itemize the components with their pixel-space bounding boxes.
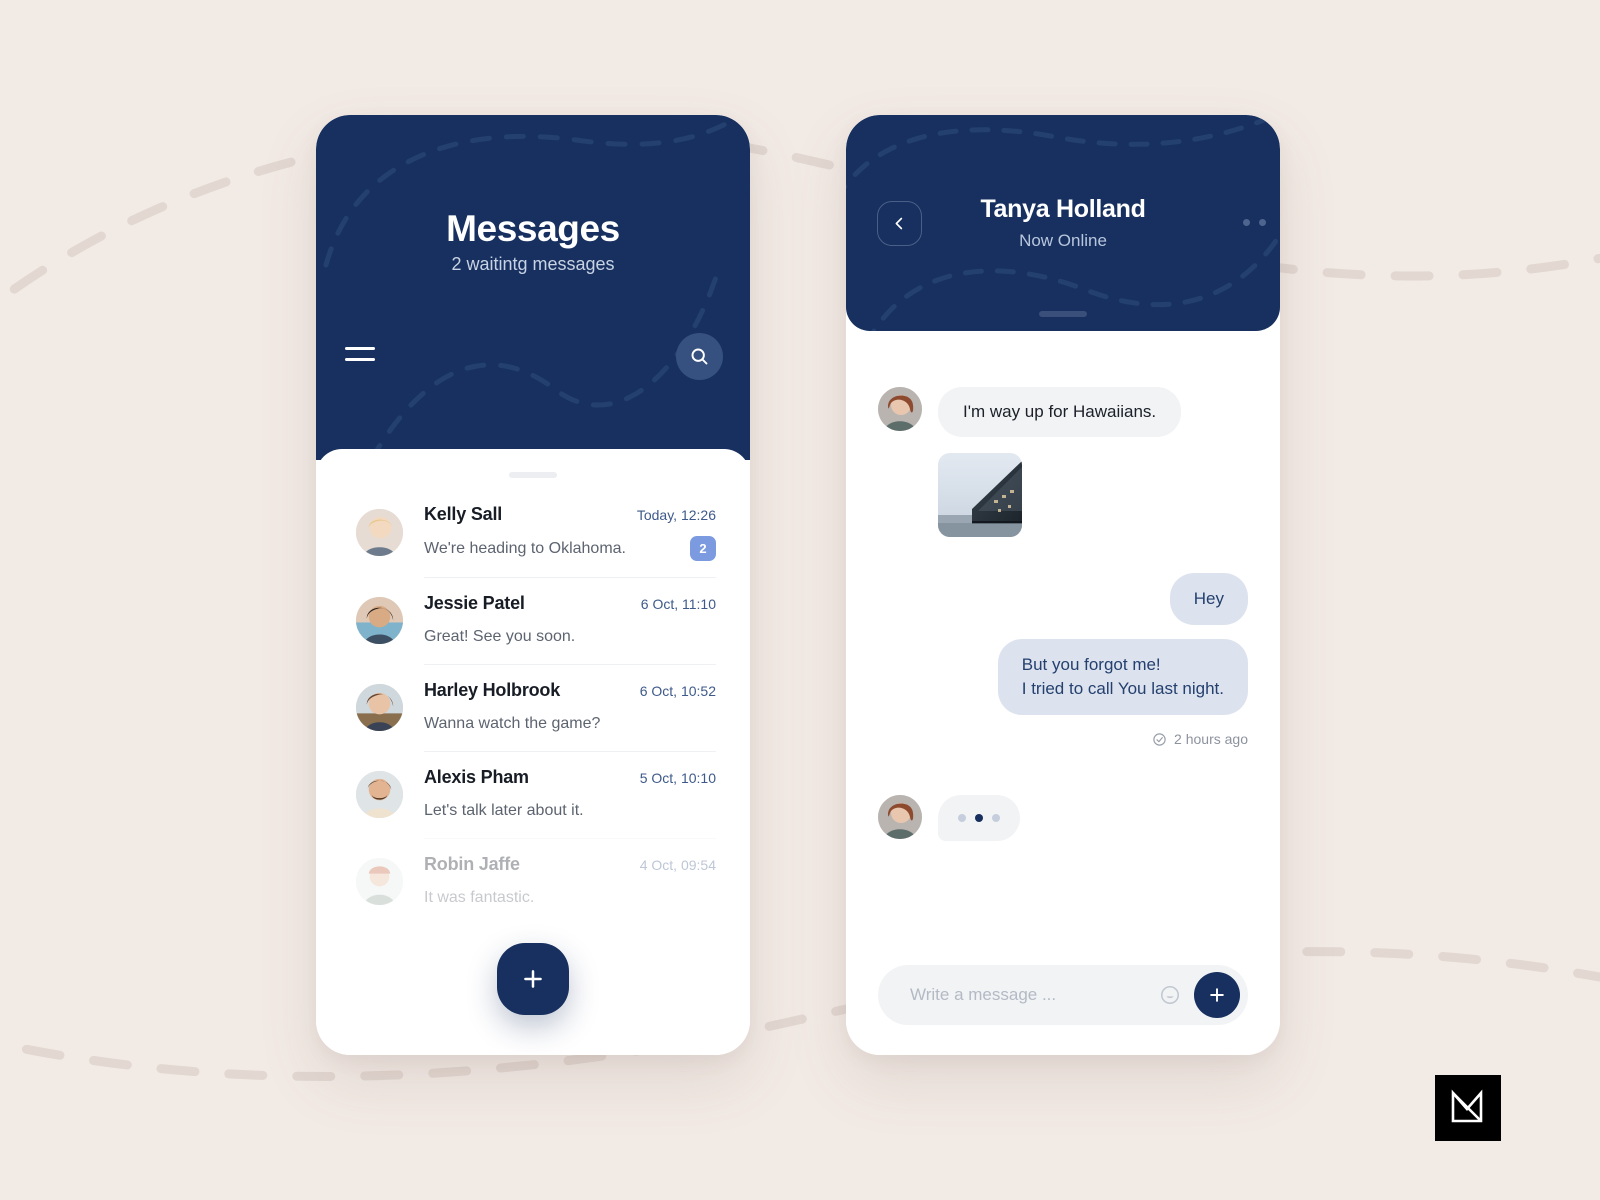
conversation-row[interactable]: Alexis Pham 5 Oct, 10:10 Let's talk late… — [316, 751, 750, 838]
typing-indicator — [878, 795, 1248, 842]
message-image-attachment[interactable] — [938, 453, 1022, 537]
conversation-row[interactable]: Jessie Patel 6 Oct, 11:10 Great! See you… — [316, 577, 750, 664]
contact-name: Tanya Holland — [980, 195, 1146, 223]
message-time: Today, 12:26 — [636, 507, 716, 523]
contact-name: Jessie Patel — [424, 593, 525, 613]
delivery-status: 2 hours ago — [878, 731, 1248, 747]
conversation-body: Jessie Patel 6 Oct, 11:10 Great! See you… — [424, 577, 716, 648]
conversation-body: Robin Jaffe 4 Oct, 09:54 It was fantasti… — [424, 838, 716, 909]
avatar — [878, 795, 922, 840]
conversation-row[interactable]: Kelly Sall Today, 12:26 We're heading to… — [316, 488, 750, 577]
conversation-list: Kelly Sall Today, 12:26 We're heading to… — [316, 488, 750, 925]
search-button[interactable] — [676, 333, 723, 380]
chat-header: Tanya Holland Now Online — [846, 115, 1280, 331]
message-preview: Great! See you soon. — [424, 627, 576, 645]
incoming-message: I'm way up for Hawaiians. — [878, 387, 1248, 437]
chat-screen: Tanya Holland Now Online I'm way up for … — [846, 115, 1280, 1055]
hamburger-icon[interactable] — [345, 347, 375, 363]
typing-dots — [938, 795, 1020, 842]
message-line: I tried to call You last night. — [1021, 679, 1224, 699]
plus-icon — [524, 970, 542, 988]
contact-name: Harley Holbrook — [424, 680, 561, 700]
contact-name: Alexis Pham — [424, 767, 529, 787]
message-time: 4 Oct, 09:54 — [639, 857, 716, 873]
message-time: 5 Oct, 10:10 — [639, 770, 716, 786]
outgoing-message: Hey — [878, 573, 1248, 626]
message-line: But you forgot me! — [1021, 655, 1161, 675]
more-options-icon[interactable] — [1243, 219, 1266, 226]
avatar — [878, 387, 922, 431]
conversation-row[interactable]: Harley Holbrook 6 Oct, 10:52 Wanna watch… — [316, 664, 750, 751]
emoji-icon — [1160, 985, 1180, 1005]
messages-header: Messages 2 waitintg messages — [316, 115, 750, 460]
unread-badge: 2 — [690, 536, 716, 561]
message-preview: Let's talk later about it. — [424, 801, 584, 819]
message-preview: It was fantastic. — [424, 888, 535, 906]
search-icon — [691, 348, 708, 365]
message-preview: Wanna watch the game? — [424, 714, 601, 732]
page-title: Messages — [446, 208, 620, 249]
avatar — [356, 858, 403, 905]
message-bubble: But you forgot me! I tried to call You l… — [997, 639, 1248, 716]
new-message-fab[interactable] — [497, 943, 569, 1015]
brand-logo — [1435, 1075, 1501, 1141]
send-button[interactable] — [1194, 972, 1240, 1018]
emoji-button[interactable] — [1156, 981, 1184, 1009]
delivery-timestamp: 2 hours ago — [1174, 731, 1248, 748]
conversation-body: Harley Holbrook 6 Oct, 10:52 Wanna watch… — [424, 664, 716, 735]
avatar — [356, 509, 403, 556]
m-monogram-logo — [1451, 1089, 1483, 1123]
page-subtitle: 2 waitintg messages — [451, 254, 615, 274]
contact-name: Kelly Sall — [424, 504, 503, 524]
message-bubble: I'm way up for Hawaiians. — [938, 387, 1182, 437]
outgoing-message: But you forgot me! I tried to call You l… — [878, 639, 1248, 716]
message-bubble: Hey — [1169, 573, 1248, 626]
message-composer — [846, 935, 1280, 1055]
avatar — [356, 684, 403, 731]
drag-handle[interactable] — [1039, 311, 1087, 317]
conversation-row[interactable]: Robin Jaffe 4 Oct, 09:54 It was fantasti… — [316, 838, 750, 925]
plus-icon — [1210, 988, 1224, 1002]
message-input[interactable] — [910, 985, 1156, 1005]
check-circle-icon — [1153, 733, 1166, 746]
drag-handle[interactable] — [509, 472, 557, 478]
contact-name: Robin Jaffe — [424, 854, 520, 874]
message-time: 6 Oct, 10:52 — [639, 683, 716, 699]
messages-list-screen: Messages 2 waitintg messages Kelly Sall … — [316, 115, 750, 1055]
header-decoration — [323, 115, 747, 460]
message-time: 6 Oct, 11:10 — [640, 596, 716, 612]
avatar — [356, 597, 403, 644]
phones-stage: Messages 2 waitintg messages Kelly Sall … — [0, 0, 1600, 1200]
conversation-body: Alexis Pham 5 Oct, 10:10 Let's talk late… — [424, 751, 716, 822]
avatar — [356, 771, 403, 818]
contact-status: Now Online — [1019, 231, 1107, 250]
composer-pill — [878, 965, 1248, 1025]
conversation-body: Kelly Sall Today, 12:26 We're heading to… — [424, 504, 716, 561]
message-preview: We're heading to Oklahoma. — [424, 539, 626, 557]
